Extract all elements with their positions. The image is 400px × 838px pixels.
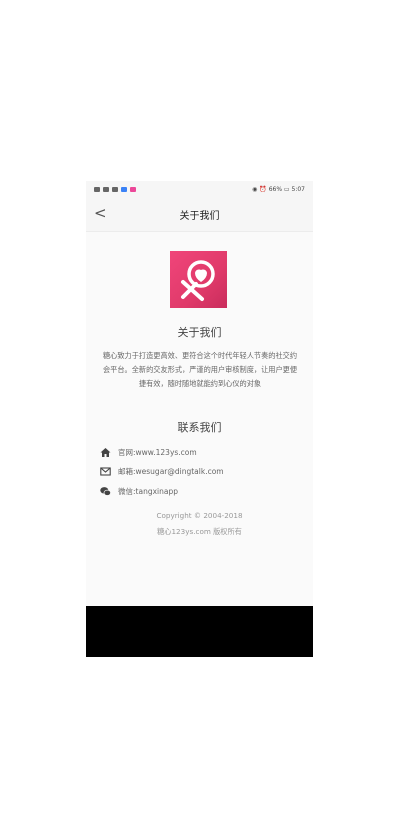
contact-website-text: 官网:www.123ys.com	[118, 447, 197, 457]
contact-email-row[interactable]: 邮箱:wesugar@dingtalk.com	[100, 464, 224, 478]
status-bar: ◉ ⏰ 66% ▭ 5:07	[86, 181, 313, 197]
about-heading: 关于我们	[177, 326, 222, 339]
copyright-text: Copyright © 2004-2018	[156, 511, 243, 520]
contact-email-text: 邮箱:wesugar@dingtalk.com	[118, 466, 224, 476]
navigation-bar: < 关于我们	[86, 197, 313, 232]
home-icon	[100, 447, 111, 457]
contact-heading: 联系我们	[177, 421, 222, 434]
black-overlay-bar	[86, 606, 313, 657]
contact-wechat-text: 微信:tangxinapp	[118, 486, 178, 496]
status-icons-right: ◉ ⏰ 66% ▭ 5:07	[252, 186, 305, 193]
signal-icon	[103, 186, 109, 192]
contact-wechat-row[interactable]: 微信:tangxinapp	[100, 484, 178, 498]
about-description: 糖心致力于打造更高效、更符合这个时代年轻人节奏的社交约会平台。全新的交友形式，严…	[102, 351, 298, 388]
status-battery-time: ◉ ⏰ 66% ▭ 5:07	[252, 185, 305, 193]
instagram-icon	[130, 186, 136, 192]
page-title: 关于我们	[179, 211, 220, 222]
app-logo-icon	[181, 260, 215, 301]
wifi-icon	[112, 186, 118, 192]
mail-icon	[100, 466, 111, 476]
status-icons-left	[94, 186, 136, 192]
sim-icon	[94, 186, 100, 192]
app-logo	[170, 251, 227, 308]
contact-website-row[interactable]: 官网:www.123ys.com	[100, 445, 197, 459]
app-notification-icon	[121, 186, 127, 192]
phone-screen: ◉ ⏰ 66% ▭ 5:07 < 关于我们 关于我们 糖心致力于打造更高效、更符…	[86, 181, 313, 657]
rights-text: 糖心123ys.com 版权所有	[157, 527, 242, 536]
wechat-icon	[100, 486, 111, 496]
